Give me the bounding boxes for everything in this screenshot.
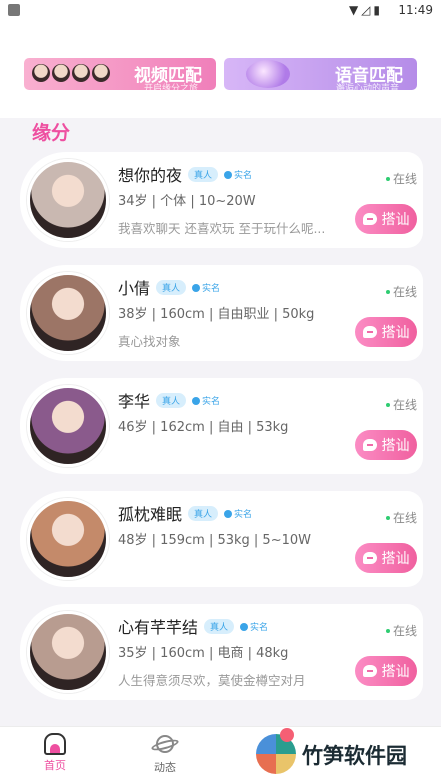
name-row: 李华 真人 实名 — [118, 388, 220, 412]
chat-button-label: 搭讪 — [381, 212, 410, 228]
chat-button-label: 搭讪 — [381, 438, 410, 454]
user-card[interactable]: 小倩 真人 实名 38岁 | 160cm | 自由职业 | 50kg 真心找对象… — [20, 265, 423, 361]
user-info: 48岁 | 159cm | 53kg | 5~10W — [118, 533, 311, 548]
user-name: 孤枕难眠 — [118, 505, 183, 524]
planet-icon — [246, 60, 290, 88]
avatar[interactable] — [27, 159, 109, 241]
verified-label: 实名 — [250, 622, 269, 633]
online-dot-icon — [385, 403, 390, 407]
real-person-badge: 真人 — [156, 392, 187, 408]
faces-icon — [32, 64, 112, 86]
name-row: 心有芊芊结 真人 实名 — [118, 614, 268, 638]
online-status: 在线 — [385, 622, 417, 639]
verified-icon — [192, 283, 201, 292]
status-time: 11:49 — [398, 3, 433, 17]
user-name: 李华 — [118, 392, 151, 411]
verified-badge: 实名 — [192, 281, 220, 294]
chat-icon — [362, 665, 377, 677]
verified-badge: 实名 — [224, 507, 252, 520]
online-label: 在线 — [392, 285, 417, 299]
voice-match-banner[interactable]: 语音匹配 邂逅心动的声音 — [224, 58, 417, 90]
real-person-badge: 真人 — [188, 166, 219, 182]
online-label: 在线 — [392, 624, 417, 638]
chat-button[interactable]: 搭讪 — [355, 317, 417, 347]
user-info: 34岁 | 个体 | 10~20W — [118, 194, 256, 209]
user-bio: 我喜欢聊天 还喜欢玩 至于玩什么呢... — [118, 221, 326, 236]
user-bio: 真心找对象 — [118, 334, 181, 349]
online-label: 在线 — [392, 172, 417, 186]
chat-icon — [362, 326, 377, 338]
chat-button-label: 搭讪 — [381, 325, 410, 341]
notification-icon — [8, 4, 20, 16]
chat-icon — [362, 213, 377, 225]
chat-button[interactable]: 搭讪 — [355, 430, 417, 460]
verified-icon — [192, 396, 201, 405]
status-bar: ▼◿▮ 11:49 — [0, 0, 441, 22]
verified-label: 实名 — [234, 509, 253, 520]
name-row: 想你的夜 真人 实名 — [118, 162, 252, 186]
online-dot-icon — [385, 290, 390, 294]
chat-button-label: 搭讪 — [381, 551, 410, 567]
avatar[interactable] — [27, 385, 109, 467]
verified-badge: 实名 — [192, 394, 220, 407]
user-card[interactable]: 心有芊芊结 真人 实名 35岁 | 160cm | 电商 | 48kg 人生得意… — [20, 604, 423, 700]
online-label: 在线 — [392, 398, 417, 412]
home-icon — [44, 733, 66, 755]
tab-home-label: 首页 — [44, 759, 66, 772]
watermark-text: 竹笋软件园 — [302, 744, 407, 768]
online-dot-icon — [385, 516, 390, 520]
real-person-badge: 真人 — [156, 279, 187, 295]
name-row: 孤枕难眠 真人 实名 — [118, 501, 252, 525]
user-card[interactable]: 李华 真人 实名 46岁 | 162cm | 自由 | 53kg 在线 搭讪 — [20, 378, 423, 474]
user-info: 46岁 | 162cm | 自由 | 53kg — [118, 420, 289, 435]
chat-button[interactable]: 搭讪 — [355, 204, 417, 234]
verified-label: 实名 — [202, 396, 221, 407]
verified-icon — [224, 170, 233, 179]
user-card[interactable]: 孤枕难眠 真人 实名 48岁 | 159cm | 53kg | 5~10W 在线… — [20, 491, 423, 587]
online-status: 在线 — [385, 283, 417, 300]
watermark-dot — [280, 728, 294, 742]
avatar[interactable] — [27, 272, 109, 354]
user-info: 38岁 | 160cm | 自由职业 | 50kg — [118, 307, 315, 322]
real-person-badge: 真人 — [204, 618, 235, 634]
avatar[interactable] — [27, 498, 109, 580]
avatar[interactable] — [27, 611, 109, 693]
user-bio: 人生得意须尽欢，莫使金樽空对月 — [118, 673, 306, 688]
online-label: 在线 — [392, 511, 417, 525]
planet-icon — [151, 733, 179, 757]
chat-icon — [362, 439, 377, 451]
video-match-subtitle: 开启缘分之旅 — [143, 84, 198, 90]
tab-moments[interactable]: 动态 — [130, 733, 200, 775]
match-banner-area: 视频匹配 开启缘分之旅 语音匹配 邂逅心动的声音 — [0, 22, 441, 118]
online-dot-icon — [385, 177, 390, 181]
verified-badge: 实名 — [240, 620, 268, 633]
online-status: 在线 — [385, 170, 417, 187]
name-row: 小倩 真人 实名 — [118, 275, 220, 299]
chat-button-label: 搭讪 — [381, 664, 410, 680]
chat-button[interactable]: 搭讪 — [355, 543, 417, 573]
tab-home[interactable]: 首页 — [20, 733, 90, 773]
verified-badge: 实名 — [224, 168, 252, 181]
chat-button[interactable]: 搭讪 — [355, 656, 417, 686]
real-person-badge: 真人 — [188, 505, 219, 521]
user-info: 35岁 | 160cm | 电商 | 48kg — [118, 646, 289, 661]
user-name: 小倩 — [118, 279, 151, 298]
user-name: 心有芊芊结 — [118, 618, 199, 637]
user-card[interactable]: 想你的夜 真人 实名 34岁 | 个体 | 10~20W 我喜欢聊天 还喜欢玩 … — [20, 152, 423, 248]
user-name: 想你的夜 — [118, 166, 183, 185]
video-match-banner[interactable]: 视频匹配 开启缘分之旅 — [24, 58, 216, 90]
status-icons: ▼◿▮ — [348, 3, 383, 17]
section-title: 缘分 — [32, 122, 71, 144]
online-dot-icon — [385, 629, 390, 633]
tab-moments-label: 动态 — [154, 761, 176, 774]
online-status: 在线 — [385, 509, 417, 526]
verified-label: 实名 — [234, 170, 253, 181]
online-status: 在线 — [385, 396, 417, 413]
verified-icon — [224, 509, 233, 518]
chat-icon — [362, 552, 377, 564]
verified-label: 实名 — [202, 283, 221, 294]
voice-match-subtitle: 邂逅心动的声音 — [335, 84, 399, 90]
verified-icon — [240, 622, 249, 631]
